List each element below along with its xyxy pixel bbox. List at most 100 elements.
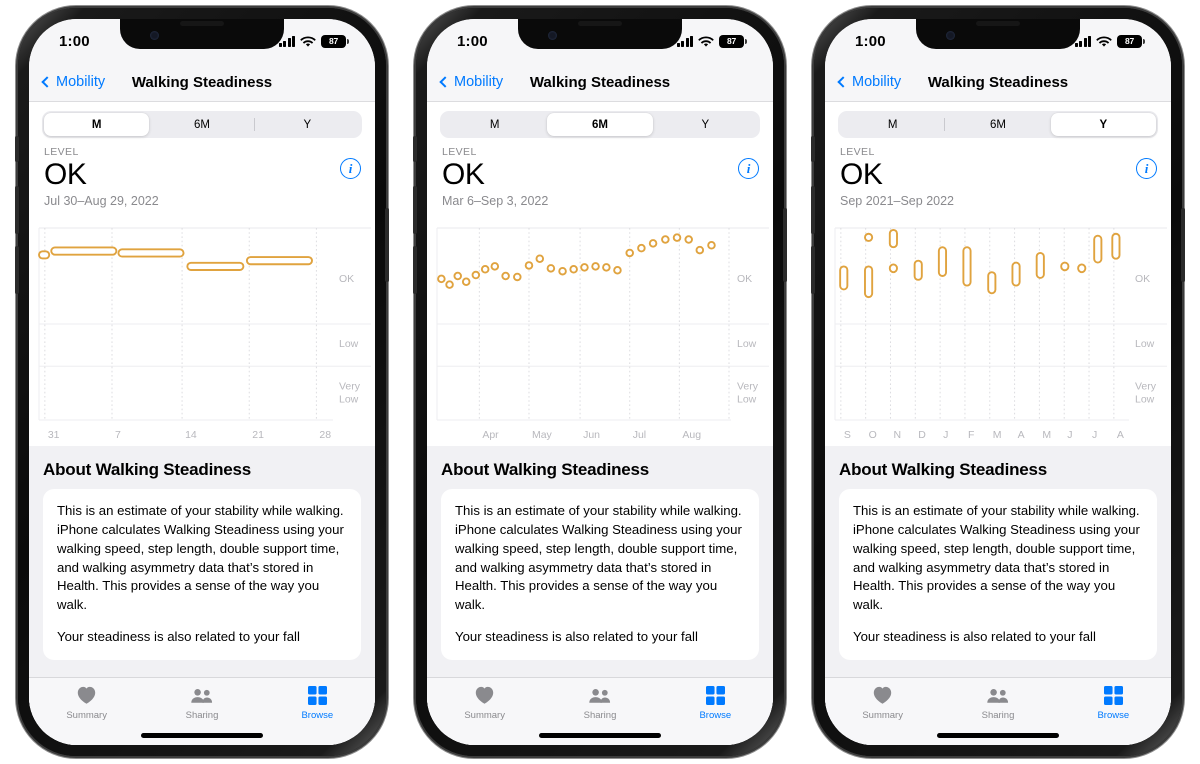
time-range-segmented-control[interactable]: M 6M Y: [42, 111, 362, 138]
level-value: OK: [442, 158, 485, 191]
segment-label: M: [489, 118, 500, 131]
volume-up-button[interactable]: [811, 186, 815, 234]
tab-summary[interactable]: Summary: [29, 685, 144, 721]
segment-label: M: [91, 118, 102, 131]
status-clock: 1:00: [855, 32, 886, 50]
svg-text:Apr: Apr: [482, 429, 499, 441]
range-selector-wrapper: M 6M Y: [29, 102, 375, 138]
segment-m[interactable]: M: [44, 113, 150, 136]
tab-browse[interactable]: Browse: [1056, 685, 1171, 721]
steadiness-chart[interactable]: OK Low Very Low S O N D J F M A M J J A: [825, 216, 1171, 446]
segment-6m[interactable]: 6M: [945, 113, 1050, 136]
info-circle-icon[interactable]: i: [340, 158, 361, 179]
home-indicator[interactable]: [539, 733, 661, 738]
silent-switch[interactable]: [413, 136, 417, 162]
battery-level-text: 87: [1124, 36, 1135, 46]
tab-browse[interactable]: Browse: [260, 685, 375, 721]
tab-sharing[interactable]: Sharing: [940, 685, 1055, 721]
volume-down-button[interactable]: [413, 246, 417, 294]
silent-switch[interactable]: [15, 136, 19, 162]
svg-text:21: 21: [252, 429, 264, 441]
back-button-label: Mobility: [56, 74, 106, 90]
about-heading: About Walking Steadiness: [441, 460, 650, 480]
people-icon: [190, 685, 214, 706]
level-value: OK: [840, 158, 883, 191]
tab-summary[interactable]: Summary: [825, 685, 940, 721]
level-summary: LEVEL OK Sep 2021–Sep 2022 i: [825, 138, 1171, 208]
iphone-device-2: 1:00 87 Mobility Walking Steadiness M 6M…: [413, 8, 787, 756]
level-date-range: Jul 30–Aug 29, 2022: [44, 194, 159, 209]
svg-text:A: A: [1117, 429, 1124, 441]
tab-summary[interactable]: Summary: [427, 685, 542, 721]
home-indicator[interactable]: [141, 733, 263, 738]
about-paragraph: Your steadiness is also related to your …: [57, 628, 300, 644]
grid-icon: [1103, 685, 1123, 706]
back-button[interactable]: Mobility: [837, 74, 902, 90]
people-icon: [986, 685, 1010, 706]
people-icon: [588, 685, 612, 706]
back-button-label: Mobility: [454, 74, 504, 90]
status-indicators: 87: [676, 34, 747, 48]
tab-label: Browse: [301, 710, 334, 721]
segment-label: 6M: [592, 118, 608, 131]
segment-y[interactable]: Y: [653, 113, 758, 136]
segment-y[interactable]: Y: [255, 113, 360, 136]
tab-label: Browse: [1097, 710, 1130, 721]
steadiness-chart[interactable]: OK Low Very Low 31 7 14 21 28: [29, 216, 375, 446]
svg-text:OK: OK: [1135, 273, 1150, 285]
svg-text:31: 31: [48, 429, 60, 441]
content-scroll-area[interactable]: M 6M Y LEVEL OK Jul 30–Aug 29, 2022 i OK Lo…: [29, 102, 375, 745]
volume-up-button[interactable]: [15, 186, 19, 234]
svg-text:7: 7: [115, 429, 121, 441]
screenshot-stage: 1:00 87 Mobility Walking Steadiness M 6M…: [0, 0, 1200, 764]
back-button-label: Mobility: [852, 74, 902, 90]
chevron-left-icon: [439, 76, 451, 88]
power-button[interactable]: [783, 208, 787, 282]
svg-text:Low: Low: [1135, 338, 1155, 350]
tab-label: Sharing: [981, 710, 1015, 721]
svg-text:Jun: Jun: [583, 429, 600, 441]
svg-text:S: S: [844, 429, 851, 441]
segment-6m[interactable]: 6M: [149, 113, 255, 136]
info-circle-icon[interactable]: i: [738, 158, 759, 179]
svg-text:F: F: [968, 429, 974, 441]
about-paragraph: This is an estimate of your stability wh…: [455, 503, 742, 613]
silent-switch[interactable]: [811, 136, 815, 162]
device-screen: 1:00 87 Mobility Walking Steadiness M 6M…: [825, 19, 1171, 745]
segment-m[interactable]: M: [442, 113, 547, 136]
level-value: OK: [44, 158, 87, 191]
heart-icon: [872, 685, 893, 706]
segment-y[interactable]: Y: [1050, 113, 1156, 136]
power-button[interactable]: [385, 208, 389, 282]
back-button[interactable]: Mobility: [439, 74, 504, 90]
tab-label: Sharing: [583, 710, 617, 721]
device-screen: 1:00 87 Mobility Walking Steadiness M 6M…: [427, 19, 773, 745]
chevron-left-icon: [41, 76, 53, 88]
svg-text:Jul: Jul: [633, 429, 646, 441]
tab-browse[interactable]: Browse: [658, 685, 773, 721]
heart-icon: [474, 685, 495, 706]
level-summary: LEVEL OK Jul 30–Aug 29, 2022 i: [29, 138, 375, 208]
home-indicator[interactable]: [937, 733, 1059, 738]
back-button[interactable]: Mobility: [41, 74, 106, 90]
iphone-device-1: 1:00 87 Mobility Walking Steadiness M 6M…: [15, 8, 389, 756]
volume-down-button[interactable]: [811, 246, 815, 294]
segment-label: 6M: [990, 118, 1006, 131]
power-button[interactable]: [1181, 208, 1185, 282]
tab-sharing[interactable]: Sharing: [542, 685, 657, 721]
content-scroll-area[interactable]: M 6M Y LEVEL OK Mar 6–Sep 3, 2022 i OK Low V…: [427, 102, 773, 745]
segment-m[interactable]: M: [840, 113, 946, 136]
time-range-segmented-control[interactable]: M 6M Y: [440, 111, 760, 138]
status-indicators: 87: [1074, 34, 1145, 48]
steadiness-chart[interactable]: OK Low Very Low Apr May Jun Jul Aug: [427, 216, 773, 446]
segment-6m[interactable]: 6M: [547, 113, 653, 136]
about-card: This is an estimate of your stability wh…: [441, 489, 759, 660]
tab-sharing[interactable]: Sharing: [144, 685, 259, 721]
volume-down-button[interactable]: [15, 246, 19, 294]
content-scroll-area[interactable]: M 6M Y LEVEL OK Sep 2021–Sep 2022 i OK Low V…: [825, 102, 1171, 745]
wifi-icon: [1096, 35, 1112, 47]
info-circle-icon[interactable]: i: [1136, 158, 1157, 179]
volume-up-button[interactable]: [413, 186, 417, 234]
time-range-segmented-control[interactable]: M 6M Y: [838, 111, 1158, 138]
wifi-icon: [300, 35, 316, 47]
